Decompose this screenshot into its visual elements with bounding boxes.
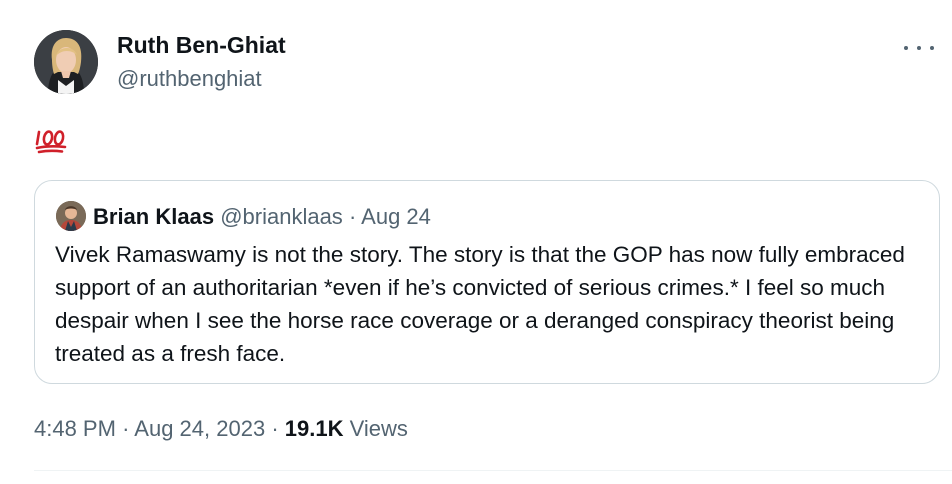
tweet-text	[34, 124, 68, 163]
tweet-time[interactable]: 4:48 PM	[34, 416, 116, 441]
quoted-text: Vivek Ramaswamy is not the story. The st…	[55, 242, 905, 366]
views-label: Views	[349, 416, 408, 441]
meta-separator: ·	[122, 416, 130, 441]
quoted-separator: ·	[348, 204, 357, 229]
author-avatar[interactable]	[34, 30, 98, 94]
quoted-date: Aug 24	[361, 204, 431, 229]
hundred-points-emoji	[34, 124, 68, 156]
quoted-author-handle: @brianklaas	[220, 204, 343, 229]
tweet: Ruth Ben-Ghiat @ruthbenghiat Brian Klaas…	[0, 0, 952, 484]
more-dot	[930, 46, 934, 50]
quoted-header: Brian Klaas @brianklaas · Aug 24	[93, 203, 431, 231]
quoted-author-name: Brian Klaas	[93, 204, 215, 229]
divider	[34, 470, 952, 471]
tweet-date[interactable]: Aug 24, 2023	[134, 416, 265, 441]
more-dot	[904, 46, 908, 50]
more-icon[interactable]	[904, 36, 934, 60]
quoted-tweet[interactable]: Brian Klaas @brianklaas · Aug 24 Vivek R…	[34, 180, 940, 384]
author-handle[interactable]: @ruthbenghiat	[117, 66, 262, 92]
quoted-author-avatar	[56, 201, 86, 231]
views-count: 19.1K	[284, 416, 344, 441]
tweet-meta: 4:48 PM · Aug 24, 2023 · 19.1K Views	[34, 414, 408, 444]
meta-separator: ·	[271, 416, 279, 441]
author-name[interactable]: Ruth Ben-Ghiat	[117, 32, 286, 59]
more-dot	[917, 46, 921, 50]
